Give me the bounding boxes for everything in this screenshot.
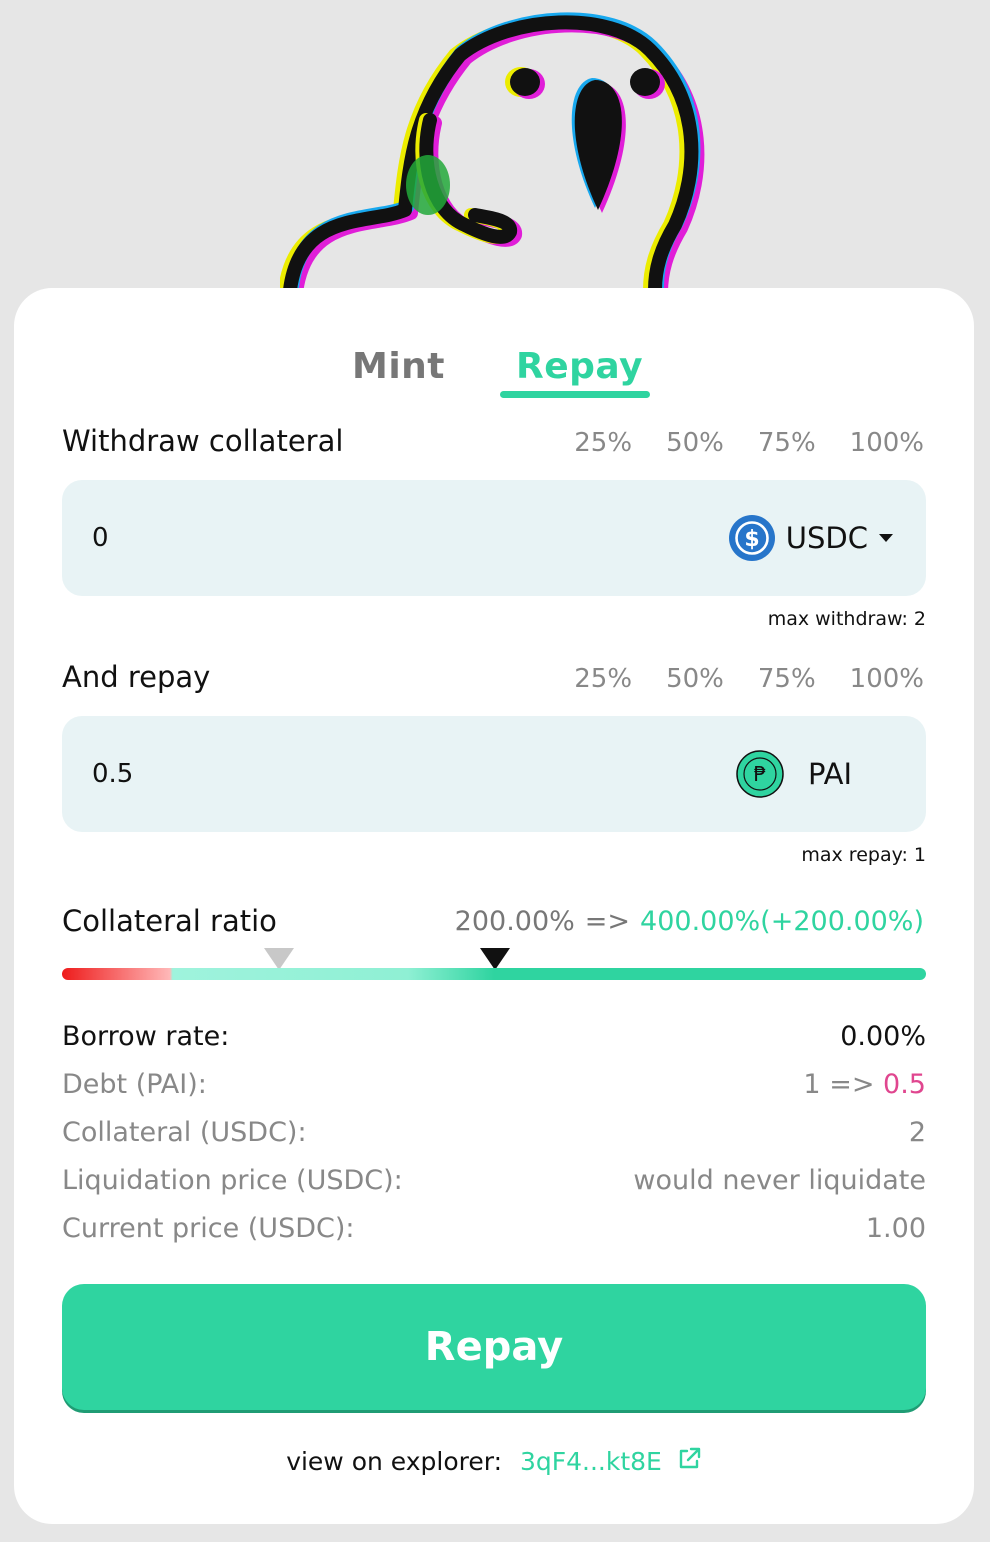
liquidation-price-value: would never liquidate — [633, 1164, 926, 1196]
repay-75-button[interactable]: 75% — [758, 664, 816, 694]
collateral-value: 2 — [908, 1116, 926, 1148]
repay-25-button[interactable]: 25% — [574, 664, 632, 694]
withdraw-25-button[interactable]: 25% — [574, 428, 632, 458]
page: Mint Repay Withdraw collateral 25% 50% 7… — [0, 0, 990, 1542]
withdraw-input-box: $ USDC — [62, 480, 926, 596]
borrow-rate-row: Borrow rate: 0.00% — [62, 1012, 926, 1060]
svg-text:$: $ — [744, 527, 759, 552]
repay-percentage-buttons: 25% 50% 75% 100% — [574, 664, 924, 694]
explorer-row: view on explorer: 3qF4...kt8E — [14, 1446, 974, 1476]
repay-token: ₱ PAI — [736, 746, 852, 802]
withdraw-100-button[interactable]: 100% — [850, 428, 924, 458]
tab-mint[interactable]: Mint — [352, 346, 445, 387]
borrow-rate-value: 0.00% — [840, 1020, 926, 1052]
tab-repay[interactable]: Repay — [516, 346, 643, 387]
max-repay-hint: max repay: 1 — [801, 844, 926, 866]
debt-old-value: 1 — [803, 1068, 821, 1100]
ratio-old-marker — [264, 948, 294, 970]
parrot-mascot-icon — [280, 12, 705, 292]
debt-label: Debt (PAI): — [62, 1068, 207, 1100]
repay-amount-input[interactable] — [92, 750, 592, 798]
collateral-token-label: USDC — [785, 521, 868, 555]
liquidation-price-label: Liquidation price (USDC): — [62, 1164, 403, 1196]
borrow-rate-label: Borrow rate: — [62, 1020, 230, 1052]
external-link-icon — [679, 1447, 701, 1469]
explorer-link[interactable]: 3qF4...kt8E — [520, 1447, 702, 1476]
chevron-down-icon — [879, 534, 893, 542]
current-price-row: Current price (USDC): 1.00 — [62, 1204, 926, 1252]
repay-50-button[interactable]: 50% — [666, 664, 724, 694]
usdc-icon: $ — [728, 515, 775, 561]
withdraw-percentage-buttons: 25% 50% 75% 100% — [574, 428, 924, 458]
pai-icon: ₱ — [736, 750, 784, 798]
explorer-label: view on explorer: — [286, 1447, 503, 1476]
svg-text:₱: ₱ — [754, 762, 767, 786]
debt-arrow: => — [829, 1068, 875, 1100]
position-stats: Borrow rate: 0.00% Debt (PAI): 1 => 0.5 … — [62, 1012, 926, 1252]
tab-bar: Mint Repay — [14, 332, 974, 402]
repay-button[interactable]: Repay — [62, 1284, 926, 1410]
withdraw-amount-input[interactable] — [92, 514, 592, 562]
ratio-old-value: 200.00% — [454, 906, 575, 937]
collateral-ratio-values: 200.00% => 400.00%(+200.00%) — [455, 906, 924, 937]
collateral-ratio-label: Collateral ratio — [62, 904, 277, 938]
current-price-value: 1.00 — [865, 1212, 926, 1244]
current-price-label: Current price (USDC): — [62, 1212, 355, 1244]
collateral-token-select[interactable]: $ USDC — [728, 510, 894, 566]
repay-100-button[interactable]: 100% — [850, 664, 924, 694]
repay-token-label: PAI — [807, 757, 852, 791]
active-tab-indicator — [500, 391, 650, 398]
debt-row: Debt (PAI): 1 => 0.5 — [62, 1060, 926, 1108]
collateral-label: Collateral (USDC): — [62, 1116, 307, 1148]
repay-card: Mint Repay Withdraw collateral 25% 50% 7… — [14, 288, 974, 1524]
ratio-new-value: 400.00%(+200.00%) — [640, 906, 924, 937]
withdraw-75-button[interactable]: 75% — [758, 428, 816, 458]
transaction-hash: 3qF4...kt8E — [519, 1447, 662, 1476]
withdraw-50-button[interactable]: 50% — [666, 428, 724, 458]
collateral-row: Collateral (USDC): 2 — [62, 1108, 926, 1156]
repay-input-box: ₱ PAI — [62, 716, 926, 832]
ratio-arrow: => — [584, 906, 631, 937]
repay-label: And repay — [62, 660, 211, 694]
ratio-new-marker — [480, 948, 510, 970]
liquidation-price-row: Liquidation price (USDC): would never li… — [62, 1156, 926, 1204]
collateral-ratio-bar — [62, 968, 926, 980]
max-withdraw-hint: max withdraw: 2 — [767, 608, 926, 630]
debt-new-value: 0.5 — [883, 1068, 926, 1100]
withdraw-collateral-label: Withdraw collateral — [62, 424, 344, 458]
debt-value: 1 => 0.5 — [803, 1069, 926, 1100]
